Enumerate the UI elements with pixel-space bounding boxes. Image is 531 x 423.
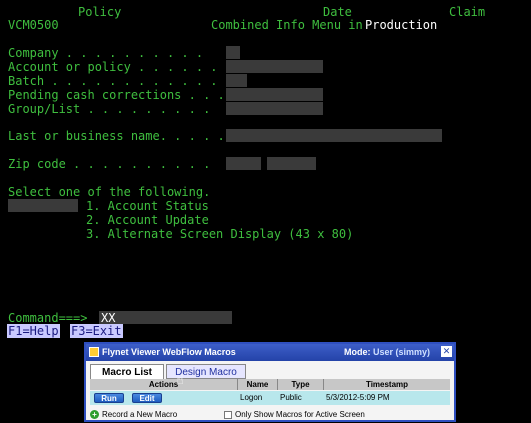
column-header-type: Type	[278, 379, 324, 390]
column-header-actions: Actions	[90, 379, 238, 390]
menu-prompt: Select one of the following.	[8, 185, 211, 199]
zip-input[interactable]	[226, 157, 261, 170]
run-button[interactable]: Run	[94, 393, 124, 403]
f1-help-key[interactable]: F1=Help	[7, 324, 60, 338]
header-date: Date	[323, 5, 352, 19]
mode-value: User (simmy)	[373, 347, 431, 357]
pending-label: Pending cash corrections . . .	[8, 88, 225, 102]
account-label: Account or policy . . . . . .	[8, 60, 218, 74]
command-input[interactable]	[99, 311, 232, 324]
menu-option-3: 3. Alternate Screen Display (43 x 80)	[86, 227, 354, 241]
f3-exit-key[interactable]: F3=Exit	[70, 324, 123, 338]
group-input[interactable]	[226, 102, 323, 115]
mode-indicator: Mode: User (simmy)	[344, 347, 430, 357]
macro-type-cell: Public	[280, 393, 302, 402]
batch-label: Batch . . . . . . . . . . . .	[8, 74, 218, 88]
lastname-input[interactable]	[226, 129, 442, 142]
mode-label: Mode:	[344, 347, 371, 357]
column-header-timestamp: Timestamp	[324, 379, 450, 390]
header-policy: Policy	[78, 5, 122, 19]
environment-label: Production	[365, 18, 438, 32]
macro-panel-footer: + Record a New Macro Only Show Macros fo…	[90, 409, 450, 421]
flynet-logo-icon	[89, 347, 99, 357]
company-label: Company . . . . . . . . . .	[8, 46, 204, 60]
column-header-name: Name	[238, 379, 278, 390]
command-value: XX	[101, 311, 116, 325]
macro-panel-title: Flynet Viewer WebFlow Macros	[102, 347, 236, 357]
screen-id: VCM0500	[8, 18, 59, 32]
screen-title: Combined Info Menu in	[211, 18, 363, 32]
lastname-label: Last or business name. . . . .	[8, 129, 225, 143]
menu-option-2: 2. Account Update	[86, 213, 209, 227]
tab-macro-list[interactable]: Macro List	[90, 364, 164, 379]
command-label: Command===>	[8, 311, 88, 325]
record-new-macro-link[interactable]: Record a New Macro	[102, 409, 177, 421]
table-row: Run Edit Logon Public 5/3/2012-5:09 PM	[90, 391, 450, 405]
only-show-active-checkbox[interactable]	[224, 411, 232, 419]
header-claim: Claim	[449, 5, 486, 19]
group-label: Group/List . . . . . . . . .	[8, 102, 211, 116]
selection-input[interactable]	[8, 199, 78, 212]
zip-label: Zip code . . . . . . . . . .	[8, 157, 211, 171]
batch-input[interactable]	[226, 74, 247, 87]
hand-cursor-icon: ☝	[176, 373, 184, 388]
menu-option-1: 1. Account Status	[86, 199, 209, 213]
pending-input[interactable]	[226, 88, 323, 101]
company-input[interactable]	[226, 46, 240, 59]
macro-name-cell: Logon	[240, 393, 263, 402]
only-show-active-label: Only Show Macros for Active Screen	[235, 410, 365, 419]
macro-panel-titlebar: Flynet Viewer WebFlow Macros Mode: User …	[86, 344, 454, 361]
edit-button[interactable]: Edit	[132, 393, 162, 403]
add-icon[interactable]: +	[90, 410, 99, 419]
macro-timestamp-cell: 5/3/2012-5:09 PM	[326, 393, 390, 402]
zip-extension-input[interactable]	[267, 157, 316, 170]
macro-panel: Flynet Viewer WebFlow Macros Mode: User …	[84, 342, 456, 422]
close-icon[interactable]: ✕	[441, 346, 452, 357]
account-input[interactable]	[226, 60, 323, 73]
